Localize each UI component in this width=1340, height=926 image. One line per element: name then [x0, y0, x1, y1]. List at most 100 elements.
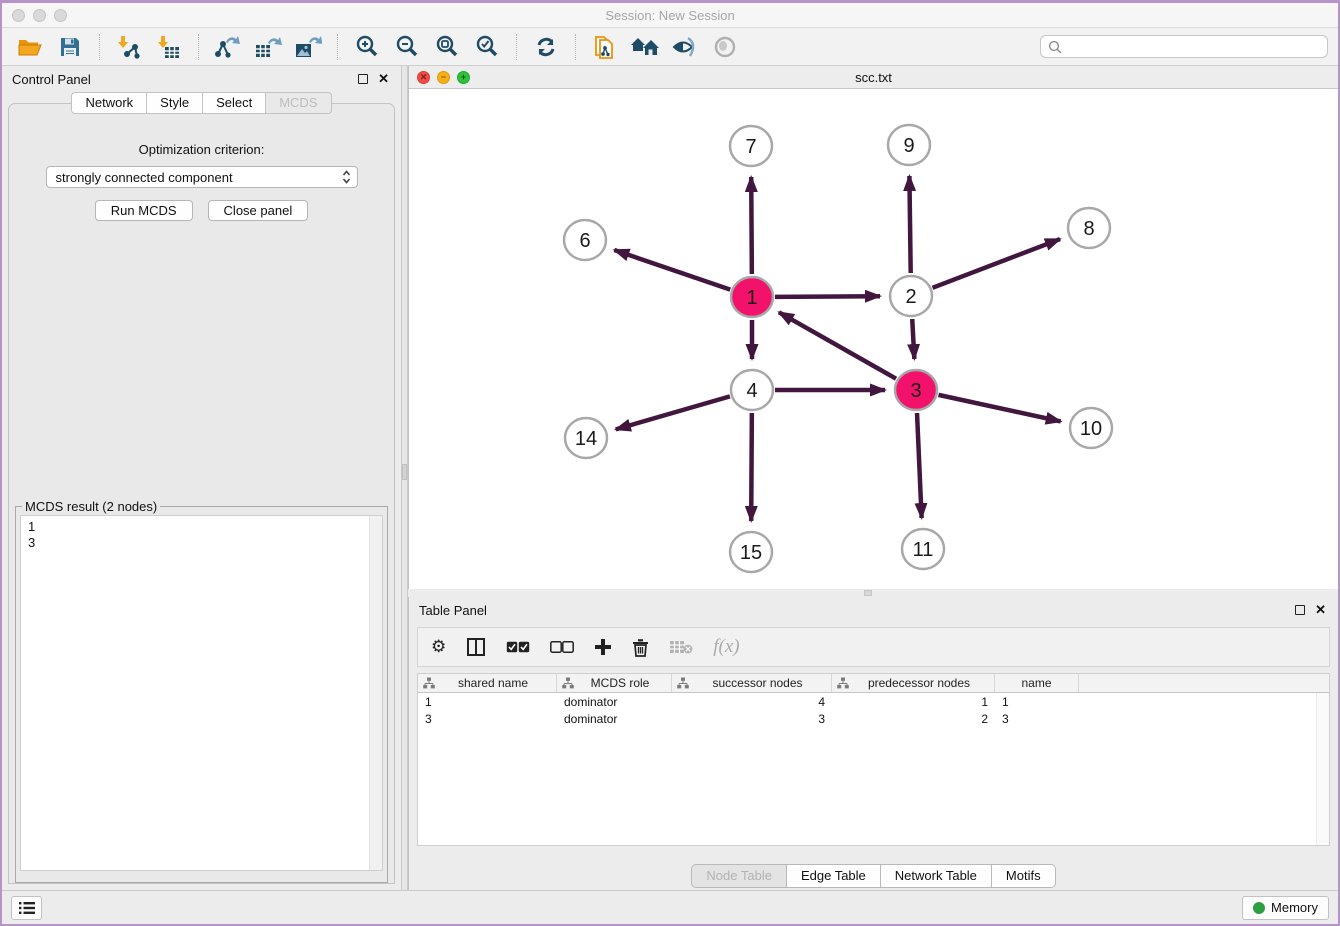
criterion-select[interactable]: strongly connected component	[46, 166, 358, 188]
edge-1-6[interactable]	[614, 250, 730, 290]
save-icon	[59, 36, 81, 58]
toggle-columns-button[interactable]	[466, 637, 486, 657]
refresh-network-button[interactable]	[528, 32, 564, 62]
edge-3-10[interactable]	[938, 395, 1060, 422]
zoom-selected-button[interactable]	[469, 32, 505, 62]
graph-node-label: 2	[905, 286, 916, 308]
tab-node-table[interactable]: Node Table	[691, 864, 787, 888]
column-header-predecessor-nodes[interactable]: predecessor nodes	[832, 674, 995, 692]
minimize-window-button[interactable]	[33, 9, 46, 22]
delete-table-button[interactable]	[669, 639, 693, 655]
zoom-out-button[interactable]	[389, 32, 425, 62]
column-header-shared-name[interactable]: shared name	[418, 674, 557, 692]
column-header-successor-nodes[interactable]: successor nodes	[672, 674, 832, 692]
network-canvas[interactable]: 7968124314101511	[409, 89, 1338, 589]
mcds-result-fieldset: MCDS result (2 nodes) 1 3	[15, 499, 388, 883]
network-close-button[interactable]: ✕	[417, 71, 430, 84]
toolbar-separator	[516, 34, 517, 60]
window-title: Session: New Session	[605, 8, 734, 23]
import-table-button[interactable]	[151, 32, 187, 62]
cell-shared-name[interactable]: 3	[418, 712, 557, 726]
export-image-button[interactable]	[290, 32, 326, 62]
column-header-mcds-role[interactable]: MCDS role	[557, 674, 672, 692]
splitter-grip[interactable]	[402, 464, 407, 480]
mcds-result-scrollbar[interactable]	[369, 516, 382, 870]
float-panel-icon[interactable]	[1295, 605, 1305, 615]
network-minimize-button[interactable]: −	[437, 71, 450, 84]
graph-node-label: 3	[910, 380, 921, 402]
edge-2-3[interactable]	[912, 319, 914, 359]
run-mcds-button[interactable]: Run MCDS	[95, 200, 193, 221]
cell-mcds-role[interactable]: dominator	[557, 695, 672, 709]
tab-select[interactable]: Select	[203, 92, 266, 114]
create-column-button[interactable]	[594, 638, 612, 656]
edge-1-2[interactable]	[775, 296, 880, 297]
task-history-button[interactable]	[11, 896, 42, 920]
tree-icon	[837, 677, 849, 689]
tab-motifs[interactable]: Motifs	[992, 864, 1056, 888]
edge-4-14[interactable]	[616, 396, 730, 429]
edge-4-15[interactable]	[751, 413, 752, 521]
hide-graphics-details-button[interactable]	[667, 32, 703, 62]
cell-name[interactable]: 1	[995, 695, 1079, 709]
cell-predecessor-nodes[interactable]: 1	[832, 695, 995, 709]
close-panel-icon[interactable]: ✕	[1315, 605, 1326, 615]
graph-node-label: 4	[746, 380, 757, 402]
edge-2-8[interactable]	[932, 239, 1060, 288]
tab-mcds[interactable]: MCDS	[266, 92, 331, 114]
zoom-in-button[interactable]	[349, 32, 385, 62]
search-input[interactable]	[1067, 39, 1320, 54]
export-network-button[interactable]	[210, 32, 246, 62]
zoom-fit-button[interactable]	[429, 32, 465, 62]
table-panel-header: Table Panel ✕	[409, 597, 1338, 623]
cell-predecessor-nodes[interactable]: 2	[832, 712, 995, 726]
network-graph[interactable]: 7968124314101511	[409, 89, 1339, 589]
deselect-all-button[interactable]	[550, 641, 574, 654]
cell-shared-name[interactable]: 1	[418, 695, 557, 709]
edge-2-9[interactable]	[909, 176, 910, 273]
zoom-window-button[interactable]	[54, 9, 67, 22]
edge-1-7[interactable]	[751, 177, 752, 274]
window-titlebar: Session: New Session	[2, 3, 1338, 28]
table-scrollbar[interactable]	[1316, 693, 1329, 845]
close-window-button[interactable]	[12, 9, 25, 22]
save-session-button[interactable]	[52, 32, 88, 62]
select-all-button[interactable]	[506, 641, 530, 654]
tab-network[interactable]: Network	[71, 92, 147, 114]
export-table-button[interactable]	[250, 32, 286, 62]
function-builder-button[interactable]: f(x)	[713, 636, 739, 658]
cell-name[interactable]: 3	[995, 712, 1079, 726]
tab-edge-table[interactable]: Edge Table	[787, 864, 881, 888]
search-box[interactable]	[1040, 35, 1328, 58]
home-button[interactable]	[627, 32, 663, 62]
vertical-splitter[interactable]	[401, 66, 408, 890]
cell-successor-nodes[interactable]: 3	[672, 712, 832, 726]
edge-3-11[interactable]	[917, 413, 922, 518]
tab-style[interactable]: Style	[147, 92, 203, 114]
node-table: shared name MCDS role successor nodes pr…	[417, 673, 1330, 846]
import-network-button[interactable]	[111, 32, 147, 62]
mcds-result-list[interactable]: 1 3	[20, 515, 383, 871]
clone-network-button[interactable]	[587, 32, 623, 62]
open-session-button[interactable]	[12, 32, 48, 62]
close-panel-icon[interactable]: ✕	[378, 74, 389, 84]
column-header-name[interactable]: name	[995, 674, 1079, 692]
table-row[interactable]: 1 dominator 4 1 1	[418, 693, 1329, 710]
delete-column-button[interactable]	[632, 638, 649, 657]
close-panel-button[interactable]: Close panel	[208, 200, 309, 221]
table-settings-button[interactable]: ⚙	[431, 639, 446, 656]
cell-successor-nodes[interactable]: 4	[672, 695, 832, 709]
table-panel: Table Panel ✕ ⚙	[408, 597, 1338, 890]
horizontal-splitter[interactable]	[408, 589, 1338, 597]
select-chevrons-icon	[342, 170, 351, 184]
toggle-bird-eye-view-button[interactable]	[707, 32, 743, 62]
graph-node-label: 1	[746, 287, 757, 309]
cell-mcds-role[interactable]: dominator	[557, 712, 672, 726]
splitter-grip[interactable]	[864, 590, 872, 596]
table-row[interactable]: 3 dominator 3 2 3	[418, 710, 1329, 727]
network-maximize-button[interactable]: +	[457, 71, 470, 84]
float-panel-icon[interactable]	[358, 74, 368, 84]
tab-network-table[interactable]: Network Table	[881, 864, 992, 888]
memory-button[interactable]: Memory	[1242, 896, 1329, 920]
edge-3-1[interactable]	[779, 312, 896, 378]
